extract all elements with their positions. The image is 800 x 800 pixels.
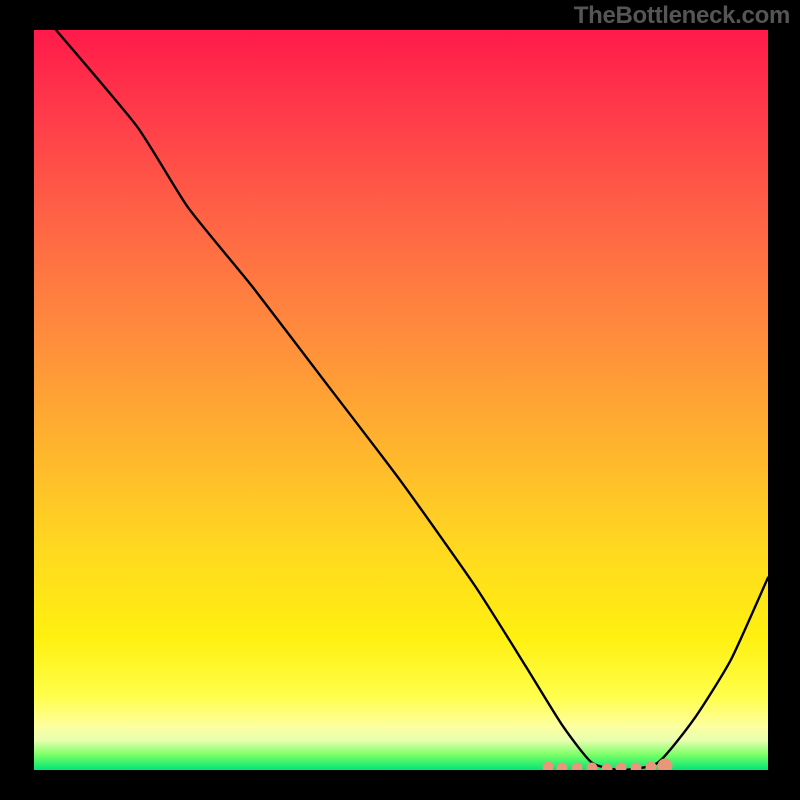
optimum-points-cluster — [34, 30, 768, 770]
optimum-point — [630, 762, 641, 770]
watermark-text: TheBottleneck.com — [574, 2, 790, 30]
optimum-point — [542, 762, 553, 770]
optimum-point — [616, 763, 627, 770]
plot-area — [34, 30, 768, 770]
optimum-point — [572, 763, 583, 770]
optimum-point — [601, 763, 612, 770]
optimum-point — [557, 762, 568, 770]
optimum-point — [586, 763, 597, 770]
chart-container: TheBottleneck.com — [0, 0, 800, 800]
optimum-point — [645, 762, 656, 770]
optimum-point — [658, 759, 673, 770]
